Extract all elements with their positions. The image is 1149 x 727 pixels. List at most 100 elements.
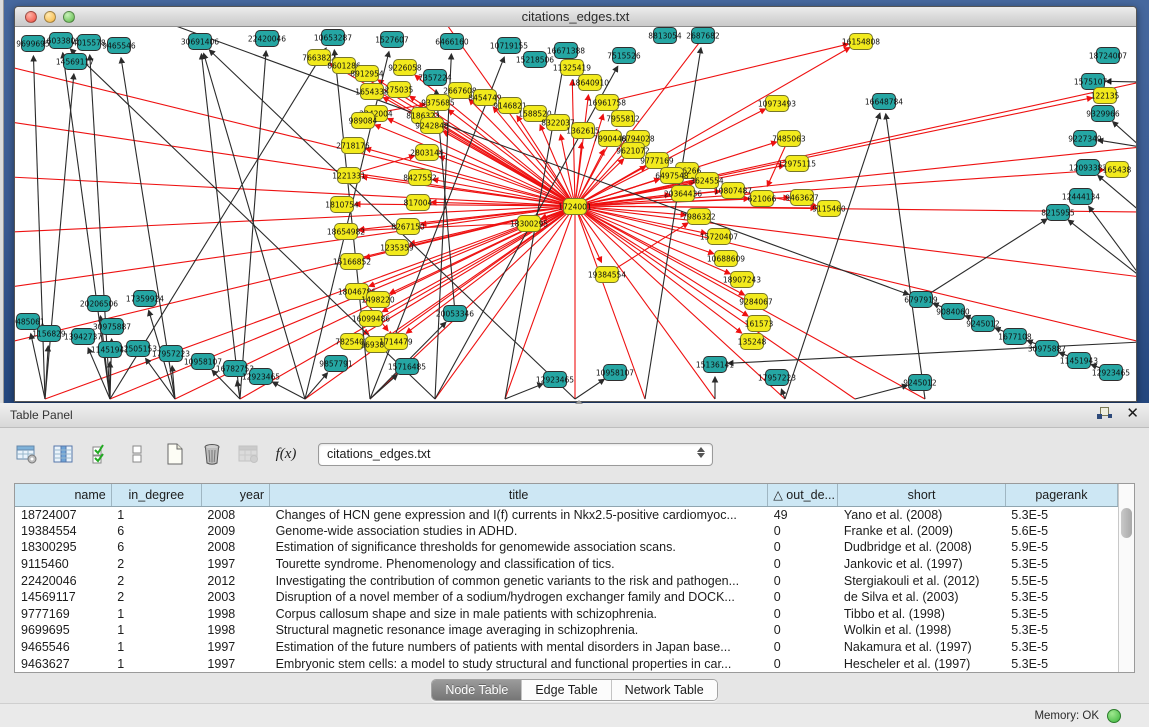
table-cell[interactable]: 2003 — [201, 589, 269, 606]
table-row[interactable]: 2242004622012Investigating the contribut… — [15, 572, 1118, 589]
table-cell[interactable]: 1 — [111, 622, 201, 639]
column-header-in_degree[interactable]: in_degree — [111, 484, 201, 506]
table-cell[interactable]: 9699695 — [15, 622, 111, 639]
table-cell[interactable]: 6 — [111, 539, 201, 556]
scrollbar-thumb[interactable] — [1121, 508, 1132, 538]
graph-node[interactable]: 8267150 — [396, 218, 420, 235]
import-table-icon[interactable] — [236, 441, 262, 467]
graph-node[interactable]: 1235359 — [385, 239, 409, 256]
graph-node[interactable]: 7986322 — [687, 208, 711, 225]
graph-node[interactable]: 15716485 — [395, 358, 419, 375]
table-row[interactable]: 977716911998Corpus callosum shape and si… — [15, 606, 1118, 623]
column-header-short[interactable]: short — [838, 484, 1005, 506]
table-cell[interactable]: 0 — [768, 556, 838, 573]
graph-node[interactable]: 15218506 — [523, 51, 547, 68]
graph-node[interactable]: 12093382 — [1076, 159, 1100, 176]
graph-node[interactable]: 1810754 — [330, 196, 354, 213]
graph-node[interactable]: 8427552 — [408, 169, 432, 186]
table-cell[interactable]: Franke et al. (2009) — [838, 523, 1005, 540]
table-cell[interactable]: 0 — [768, 606, 838, 623]
graph-node[interactable]: 12923465 — [1099, 364, 1123, 381]
column-header-name[interactable]: name — [15, 484, 111, 506]
table-cell[interactable]: 1997 — [201, 639, 269, 656]
table-cell[interactable]: 1997 — [201, 655, 269, 672]
graph-node[interactable]: 9463627 — [790, 189, 814, 206]
graph-node[interactable]: 9245012 — [908, 374, 932, 391]
graph-node[interactable]: 18300295 — [517, 215, 541, 232]
graph-node[interactable]: 1362615 — [571, 122, 595, 139]
table-cell[interactable]: 0 — [768, 572, 838, 589]
graph-node[interactable]: 30691406 — [188, 33, 212, 50]
graph-node[interactable]: 18640910 — [578, 74, 602, 91]
table-cell[interactable]: 6 — [111, 523, 201, 540]
graph-node[interactable]: 14569117 — [63, 53, 87, 70]
graph-node[interactable]: 6797919 — [909, 291, 933, 308]
graph-node[interactable]: 275035 — [387, 81, 411, 98]
graph-node[interactable]: 16648784 — [872, 93, 896, 110]
graph-node[interactable]: 7990448 — [598, 130, 622, 147]
table-cell[interactable]: Tibbo et al. (1998) — [838, 606, 1005, 623]
graph-node[interactable]: 4015578 — [77, 34, 101, 51]
graph-node[interactable]: 17957223 — [765, 369, 789, 386]
table-row[interactable]: 1456911722003Disruption of a novel membe… — [15, 589, 1118, 606]
table-cell[interactable]: 2 — [111, 572, 201, 589]
float-panel-icon[interactable] — [1097, 406, 1112, 421]
table-row[interactable]: 1938455462009Genome-wide association stu… — [15, 523, 1118, 540]
table-cell[interactable]: 5.3E-5 — [1005, 622, 1117, 639]
table-cell[interactable]: Jankovic et al. (1997) — [838, 556, 1005, 573]
table-cell[interactable]: 5.3E-5 — [1005, 589, 1117, 606]
graph-node[interactable]: 30975887 — [100, 318, 124, 335]
graph-node[interactable]: 9084060 — [941, 303, 965, 320]
graph-node[interactable]: 11451943 — [1067, 352, 1091, 369]
graph-node[interactable]: 1677108 — [1003, 328, 1027, 345]
table-cell[interactable]: 9463627 — [15, 655, 111, 672]
table-cell[interactable]: 0 — [768, 639, 838, 656]
splitter-handle-icon[interactable] — [575, 400, 583, 404]
graph-node[interactable]: 9242848 — [420, 117, 444, 134]
graph-node[interactable]: 1714479 — [384, 333, 408, 350]
table-cell[interactable]: 2 — [111, 556, 201, 573]
graph-node[interactable]: 10719155 — [497, 37, 521, 54]
graph-node[interactable]: 9226058 — [393, 59, 417, 76]
table-cell[interactable]: de Silva et al. (2003) — [838, 589, 1005, 606]
graph-node[interactable]: 20053346 — [443, 305, 467, 322]
table-cell[interactable]: 5.6E-5 — [1005, 523, 1117, 540]
graph-node[interactable]: 2687682 — [691, 27, 715, 44]
graph-node[interactable]: 12444134 — [1069, 188, 1093, 205]
graph-node[interactable]: 12505153 — [126, 340, 150, 357]
table-cell[interactable]: 2008 — [201, 506, 269, 523]
graph-node[interactable]: 16154808 — [849, 33, 873, 50]
table-row[interactable]: 911546021997Tourette syndrome. Phenomeno… — [15, 556, 1118, 573]
table-cell[interactable]: 18300295 — [15, 539, 111, 556]
column-header-year[interactable]: year — [201, 484, 269, 506]
table-row[interactable]: 946362711997Embryonic stem cells: a mode… — [15, 655, 1118, 672]
column-header-title[interactable]: title — [270, 484, 768, 506]
table-cell[interactable]: 1998 — [201, 622, 269, 639]
graph-node[interactable]: 12923465 — [249, 368, 273, 385]
table-cell[interactable]: 9115460 — [15, 556, 111, 573]
vertical-scrollbar[interactable] — [1118, 484, 1134, 672]
graph-node[interactable]: 135248 — [740, 333, 764, 350]
graph-node[interactable]: 12975115 — [785, 155, 809, 172]
tab-network-table[interactable]: Network Table — [612, 680, 717, 700]
table-body[interactable]: 1872400712008Changes of HCN gene express… — [15, 506, 1118, 672]
table-cell[interactable]: Nakamura et al. (1997) — [838, 639, 1005, 656]
table-cell[interactable]: 18724007 — [15, 506, 111, 523]
table-settings-icon[interactable] — [14, 441, 40, 467]
table-cell[interactable]: 0 — [768, 655, 838, 672]
graph-node[interactable]: 8912954 — [355, 65, 379, 82]
graph-node[interactable]: 2718176 — [341, 137, 365, 154]
table-cell[interactable]: 0 — [768, 622, 838, 639]
table-cell[interactable]: 9465546 — [15, 639, 111, 656]
memory-ok-icon[interactable] — [1107, 709, 1121, 723]
table-row[interactable]: 969969511998Structural magnetic resonanc… — [15, 622, 1118, 639]
table-cell[interactable]: 49 — [768, 506, 838, 523]
graph-node[interactable]: 19384554 — [595, 266, 619, 283]
table-cell[interactable]: 0 — [768, 539, 838, 556]
table-cell[interactable]: 9777169 — [15, 606, 111, 623]
table-cell[interactable]: 5.3E-5 — [1005, 606, 1117, 623]
graph-node[interactable]: 16033809 — [49, 32, 73, 49]
table-cell[interactable]: Genome-wide association studies in ADHD. — [270, 523, 768, 540]
graph-node[interactable]: 12923465 — [543, 371, 567, 388]
graph-node[interactable]: 2803144 — [415, 144, 439, 161]
